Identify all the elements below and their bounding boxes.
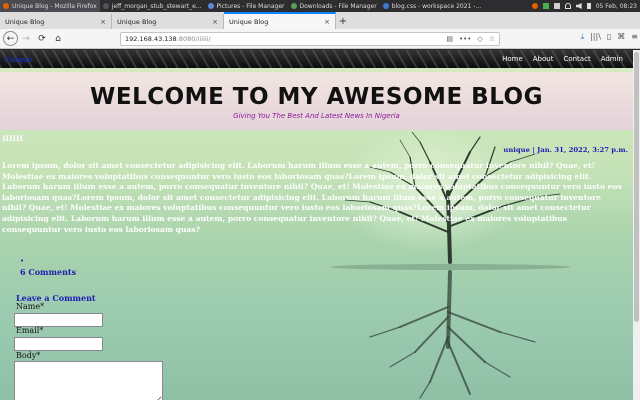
tab-close-icon[interactable]: × <box>100 18 106 26</box>
download-icon[interactable]: ⤓ <box>581 32 585 42</box>
forward-icon[interactable]: → <box>18 31 34 47</box>
bookmark-star-icon[interactable]: ☆ <box>489 35 495 43</box>
url-bar[interactable]: 192.168.43.138:8080/iiiiii/ ▤ ••• ◇ ☆ <box>120 32 500 46</box>
home-icon[interactable]: ⌂ <box>50 31 66 47</box>
scrollbar-thumb[interactable] <box>634 52 639 322</box>
nav-link-contact[interactable]: Contact <box>563 55 590 63</box>
reload-icon[interactable]: ⟳ <box>34 31 50 47</box>
url-host: 192.168.43.138 <box>125 35 177 43</box>
battery-icon[interactable] <box>586 3 591 9</box>
firefox-tray-icon[interactable] <box>531 3 538 9</box>
page-title: WELCOME TO MY AWESOME BLOG <box>90 84 543 110</box>
browser-tab-active[interactable]: Unique Blog × <box>224 12 336 29</box>
clock[interactable]: 05 Feb, 08:23 <box>596 3 637 10</box>
post-body: Lorem ipsum, dolor sit amet consectetur … <box>2 161 622 234</box>
site-nav-links: Home About Contact Admin <box>502 55 623 63</box>
extension-icon[interactable]: ⌘ <box>617 32 625 42</box>
page-actions-icon[interactable]: ••• <box>459 35 471 43</box>
window-icon <box>102 3 109 9</box>
name-label: Name* <box>16 302 45 311</box>
volume-icon[interactable] <box>575 3 582 9</box>
system-tray: 05 Feb, 08:23 <box>531 3 640 10</box>
browser-tab-strip: Unique Blog × Unique Blog × Unique Blog … <box>0 12 640 29</box>
arrow-icon[interactable] <box>553 3 560 9</box>
url-path: :8080/iiiiii/ <box>176 35 211 43</box>
new-tab-button[interactable]: + <box>336 14 350 29</box>
name-field[interactable] <box>14 313 103 327</box>
nav-link-home[interactable]: Home <box>502 55 523 63</box>
taskbar-item-stub[interactable]: jeff_morgan_stub_stewart_e... <box>100 0 205 12</box>
site-navbar: Unique Home About Contact Admin <box>0 50 633 68</box>
post-meta: unique | Jan. 31, 2022, 3:27 p.m. <box>503 146 628 154</box>
taskbar-item-pictures[interactable]: Pictures - File Manager <box>205 0 288 12</box>
tagline: Giving You The Best And Latest News In N… <box>233 112 400 120</box>
shield-icon[interactable] <box>542 3 549 9</box>
folder-icon <box>207 3 214 9</box>
menu-icon[interactable]: ≡ <box>631 32 638 42</box>
taskbar-item-downloads[interactable]: Downloads - File Manager <box>288 0 380 12</box>
browser-tab[interactable]: Unique Blog × <box>112 14 224 29</box>
tab-close-icon[interactable]: × <box>212 18 218 26</box>
library-icon[interactable]: |||\ <box>590 32 601 42</box>
nav-link-admin[interactable]: Admin <box>601 55 623 63</box>
post-title[interactable]: IIIIII <box>2 134 23 143</box>
web-page: Unique Home About Contact Admin WELCOME … <box>0 50 633 400</box>
wifi-icon[interactable] <box>564 3 571 9</box>
sidebar-icon[interactable]: ▯ <box>607 32 611 42</box>
hero-banner: WELCOME TO MY AWESOME BLOG Giving You Th… <box>0 72 633 130</box>
list-bullet: • <box>20 257 25 265</box>
nav-link-about[interactable]: About <box>533 55 554 63</box>
email-field[interactable] <box>14 337 103 351</box>
body-label: Body* <box>16 351 41 360</box>
firefox-icon <box>3 3 9 9</box>
reader-view-icon[interactable]: ▤ <box>446 35 453 43</box>
browser-tab[interactable]: Unique Blog × <box>0 14 112 29</box>
toolbar-buttons: ⤓ |||\ ▯ ⌘ ≡ <box>581 32 638 42</box>
taskbar-item-editor[interactable]: blog.css - workspace 2021 -... <box>380 0 484 12</box>
comment-body-field[interactable] <box>14 361 163 400</box>
back-icon[interactable]: ← <box>3 31 18 46</box>
tab-close-icon[interactable]: × <box>324 18 330 26</box>
folder-icon <box>290 3 297 9</box>
os-taskbar: Unique Blog - Mozilla Firefox jeff_morga… <box>0 0 640 12</box>
taskbar-item-firefox[interactable]: Unique Blog - Mozilla Firefox <box>0 0 100 12</box>
editor-icon <box>382 3 389 9</box>
page-scrollbar[interactable] <box>633 50 640 400</box>
pocket-icon[interactable]: ◇ <box>477 35 482 43</box>
browser-toolbar: ← → ⟳ ⌂ 192.168.43.138:8080/iiiiii/ ▤ ••… <box>0 29 640 49</box>
email-label: Email* <box>16 326 44 335</box>
site-logo[interactable]: Unique <box>4 55 32 64</box>
comments-count-link[interactable]: 6 Comments <box>20 267 76 277</box>
